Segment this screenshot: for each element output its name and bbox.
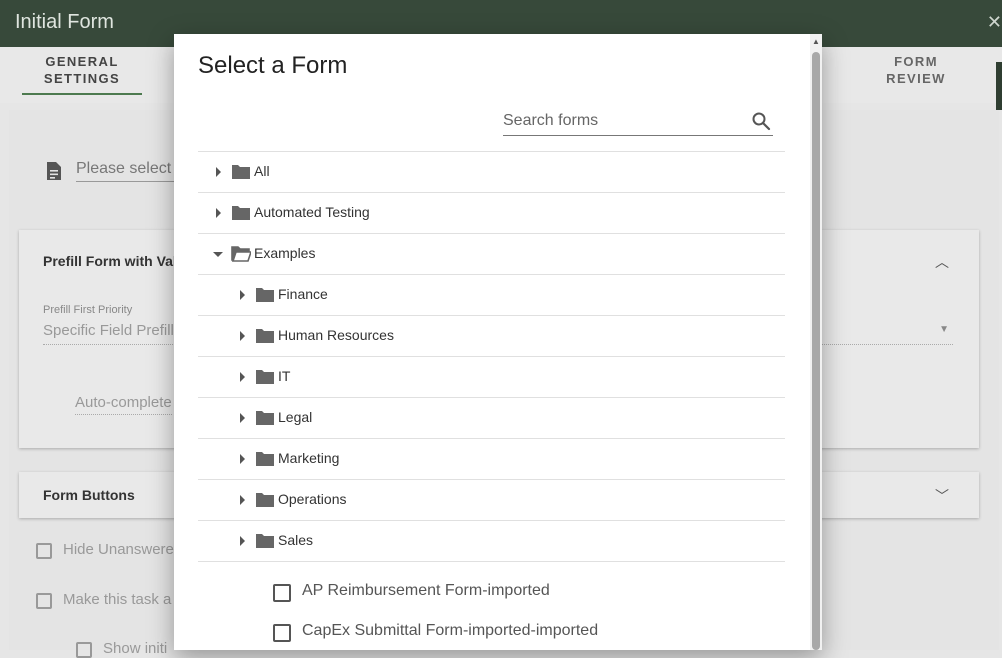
app-title: Initial Form [15, 11, 114, 33]
dialog-title: Select a Form [198, 52, 348, 79]
caret-right-icon[interactable] [236, 288, 248, 302]
tree-row-label: Examples [254, 245, 316, 261]
chevron-up-icon[interactable]: ︿ [935, 252, 949, 272]
dropdown-arrow-icon[interactable]: ▼ [939, 324, 949, 335]
folder-icon [256, 370, 274, 384]
tree-row-label: Finance [278, 286, 328, 302]
tree-row-examples[interactable]: Examples [198, 233, 785, 274]
form-checkbox[interactable] [273, 624, 291, 642]
tree-row-it[interactable]: IT [198, 356, 785, 397]
folder-icon [256, 534, 274, 548]
tree-row-label: Marketing [278, 450, 340, 466]
caret-right-icon[interactable] [212, 165, 224, 179]
close-icon[interactable]: ✕ [987, 12, 1002, 33]
tree-row-human-resources[interactable]: Human Resources [198, 315, 785, 356]
hide-unanswered-label: Hide Unanswered [63, 541, 183, 558]
tab-review-label: FORM REVIEW [886, 54, 946, 86]
caret-right-icon[interactable] [236, 411, 248, 425]
tree-row-label: Operations [278, 491, 347, 507]
tree-row-label: All [254, 163, 270, 179]
caret-right-icon[interactable] [236, 534, 248, 548]
show-initial-checkbox[interactable] [76, 642, 92, 658]
tree-row-label: Legal [278, 409, 313, 425]
tree-row-operations[interactable]: Operations [198, 479, 785, 520]
tab-form-review[interactable]: FORM REVIEW [876, 53, 956, 87]
tab-general-settings[interactable]: GENERAL SETTINGS [22, 53, 142, 95]
tree-row-legal[interactable]: Legal [198, 397, 785, 438]
form-label: CapEx Submittal Form-imported-imported [302, 622, 599, 639]
folder-icon [232, 206, 250, 220]
make-task-checkbox[interactable] [36, 593, 52, 609]
tree-row-automated-testing[interactable]: Automated Testing [198, 192, 785, 233]
prefill-priority-label: Prefill First Priority [43, 304, 133, 316]
tree-row-marketing[interactable]: Marketing [198, 438, 785, 479]
select-form-dialog: Select a Form All Automated Testing Exampl… [174, 34, 822, 650]
show-initial-label: Show initi [103, 640, 168, 657]
tree-row-label: Automated Testing [254, 204, 370, 220]
tree-row-all[interactable]: All [198, 151, 785, 192]
form-select-field[interactable]: Please select a form [76, 160, 176, 182]
folder-icon [256, 329, 274, 343]
autocomplete-field[interactable]: Auto-complete [75, 394, 172, 415]
active-tab-indicator [22, 93, 142, 95]
side-toolbar-edge [996, 62, 1002, 110]
folder-tree: All Automated Testing Examples Finance Human… [198, 151, 785, 562]
scrollbar-thumb[interactable] [812, 52, 820, 650]
tree-row-label: IT [278, 368, 291, 384]
folder-icon [256, 452, 274, 466]
tab-general-label: GENERAL SETTINGS [43, 54, 121, 86]
chevron-down-icon[interactable]: ﹀ [935, 486, 949, 506]
caret-right-icon[interactable] [236, 370, 248, 384]
tree-row-sales[interactable]: Sales [198, 520, 785, 562]
document-icon [47, 162, 61, 180]
hide-unanswered-checkbox[interactable] [36, 543, 52, 559]
caret-right-icon[interactable] [236, 493, 248, 507]
form-checkbox[interactable] [273, 584, 291, 602]
folder-icon [232, 165, 250, 179]
scroll-up-arrow-icon[interactable]: ▲ [812, 37, 820, 46]
search-icon[interactable] [751, 111, 771, 131]
search-box [503, 109, 773, 136]
caret-right-icon[interactable] [236, 329, 248, 343]
tree-row-label: Sales [278, 532, 314, 548]
search-input[interactable] [503, 109, 743, 133]
form-label: AP Reimbursement Form-imported [302, 582, 550, 599]
folder-open-icon [231, 246, 251, 262]
folder-icon [256, 288, 274, 302]
tree-row-label: Human Resources [278, 327, 394, 343]
folder-icon [256, 493, 274, 507]
tree-row-finance[interactable]: Finance [198, 274, 785, 315]
form-buttons-panel-title: Form Buttons [43, 487, 135, 503]
folder-icon [256, 411, 274, 425]
caret-right-icon[interactable] [212, 206, 224, 220]
dialog-scrollbar[interactable]: ▲ [810, 34, 822, 650]
make-task-label: Make this task a [63, 591, 172, 608]
caret-down-icon[interactable] [212, 247, 224, 261]
caret-right-icon[interactable] [236, 452, 248, 466]
